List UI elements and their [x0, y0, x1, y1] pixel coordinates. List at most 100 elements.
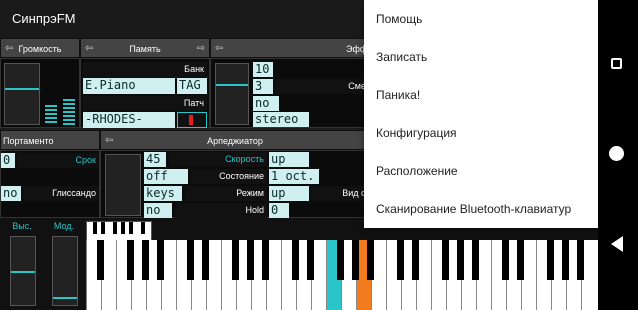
arp-state-value[interactable]: off: [144, 169, 188, 184]
pitch-wheel-label: Выс.: [12, 221, 32, 231]
bank-value[interactable]: E.Piano: [83, 78, 175, 94]
record-indicator-icon: [189, 115, 193, 125]
effects-slider[interactable]: [215, 63, 249, 125]
app-window: СинпрэFM ⇦ Громкость ⇦ Память ⇨ ⇦ Эфф Ба…: [0, 0, 598, 310]
arp-pattern-value[interactable]: up: [269, 186, 309, 201]
arp-hold-value[interactable]: no: [144, 203, 172, 218]
volume-panel: [0, 58, 80, 128]
volume-header-label: Громкость: [18, 44, 62, 54]
effects-panel: 10 3 Сме no stereo: [210, 58, 370, 128]
black-key[interactable]: [202, 240, 209, 280]
arp-octave-value[interactable]: 1 oct.: [269, 169, 319, 184]
back-button-icon[interactable]: [611, 236, 623, 252]
arpeggiator-header[interactable]: ⇦ Арпеджиатор: [100, 130, 370, 150]
arp-view-label: Вид о: [311, 186, 369, 201]
patch-label: Патч: [83, 96, 207, 111]
effects-value-1[interactable]: 10: [253, 62, 273, 77]
portamento-time-value[interactable]: 0: [1, 153, 15, 168]
black-key[interactable]: [352, 240, 359, 280]
arrow-right-icon[interactable]: ⇨: [197, 39, 205, 59]
patch-number-field[interactable]: [177, 112, 207, 128]
black-key[interactable]: [187, 240, 194, 280]
memory-header-label: Память: [129, 44, 161, 54]
black-key[interactable]: [262, 240, 269, 280]
black-key[interactable]: [292, 240, 299, 280]
arp-extra-value[interactable]: 0: [269, 203, 289, 218]
effects-value-3[interactable]: no: [253, 96, 279, 111]
black-key[interactable]: [502, 240, 509, 280]
overflow-menu: Помощь Записать Паника! Конфигурация Рас…: [364, 0, 598, 228]
menu-item-layout[interactable]: Расположение: [376, 164, 458, 178]
glissando-value[interactable]: no: [1, 186, 21, 201]
black-key[interactable]: [142, 240, 149, 280]
glissando-label: Глиссандо: [23, 186, 99, 201]
arp-mode-label: Режим: [185, 186, 267, 201]
effects-value-2[interactable]: 3: [253, 79, 273, 94]
black-key[interactable]: [367, 240, 374, 280]
black-key[interactable]: [337, 240, 344, 280]
black-key[interactable]: [232, 240, 239, 280]
black-key[interactable]: [397, 240, 404, 280]
portamento-header[interactable]: Портаменто: [0, 130, 100, 150]
arp-mode-value[interactable]: keys: [144, 186, 182, 201]
volume-slider-thumb[interactable]: [5, 88, 39, 90]
mod-wheel[interactable]: [52, 236, 78, 306]
menu-item-save[interactable]: Записать: [376, 50, 427, 64]
effects-slider-thumb[interactable]: [216, 84, 248, 86]
black-key[interactable]: [442, 240, 449, 280]
effects-header[interactable]: ⇦ Эфф: [210, 38, 370, 58]
piano-keyboard[interactable]: [86, 240, 598, 310]
arpeggiator-panel: 45 Скорость up off Состояние 1 oct. keys…: [100, 150, 370, 218]
black-key[interactable]: [472, 240, 479, 280]
app-title: СинпрэFM: [12, 11, 76, 26]
menu-item-configuration[interactable]: Конфигурация: [376, 126, 457, 140]
black-key[interactable]: [517, 240, 524, 280]
effects-value-4[interactable]: stereo: [253, 112, 309, 127]
black-key: [113, 222, 117, 234]
portamento-time-label: Срок: [17, 153, 99, 168]
black-key[interactable]: [562, 240, 569, 280]
black-key[interactable]: [307, 240, 314, 280]
arp-speed-value[interactable]: 45: [144, 152, 166, 167]
recents-button-icon[interactable]: [611, 58, 622, 69]
menu-item-bluetooth-scan[interactable]: Сканирование Bluetooth-клавиатур: [376, 202, 571, 216]
arpeggiator-header-label: Арпеджиатор: [207, 136, 263, 146]
patch-value[interactable]: -RHODES-: [83, 112, 175, 128]
arrow-left-icon[interactable]: ⇦: [5, 39, 13, 59]
memory-header[interactable]: ⇦ Память ⇨: [80, 38, 210, 58]
black-key: [129, 222, 133, 234]
home-button-icon[interactable]: [609, 146, 624, 161]
arrow-left-icon[interactable]: ⇦: [85, 39, 93, 59]
black-key: [101, 222, 105, 234]
black-key[interactable]: [97, 240, 104, 280]
volume-slider[interactable]: [4, 63, 40, 125]
black-key[interactable]: [547, 240, 554, 280]
tag-button[interactable]: TAG: [177, 78, 207, 94]
mod-wheel-thumb[interactable]: [53, 297, 77, 299]
menu-item-panic[interactable]: Паника!: [376, 88, 420, 102]
level-meter-right: [63, 99, 75, 125]
black-key[interactable]: [157, 240, 164, 280]
black-key[interactable]: [412, 240, 419, 280]
pitch-wheel[interactable]: [10, 236, 36, 306]
pitch-wheel-thumb[interactable]: [11, 271, 35, 273]
arrow-left-icon[interactable]: ⇦: [105, 131, 113, 151]
arp-direction-value[interactable]: up: [269, 152, 309, 167]
black-key[interactable]: [127, 240, 134, 280]
portamento-panel: 0 Срок no Глиссандо: [0, 150, 100, 218]
memory-panel: Банк E.Piano TAG Патч -RHODES-: [80, 58, 210, 128]
black-key: [121, 222, 125, 234]
menu-item-help[interactable]: Помощь: [376, 12, 422, 26]
arrow-left-icon[interactable]: ⇦: [215, 39, 223, 59]
arp-state-label: Состояние: [191, 169, 267, 184]
effects-mix-label: Сме: [275, 79, 369, 94]
portamento-header-label: Портаменто: [3, 136, 54, 146]
black-key[interactable]: [247, 240, 254, 280]
mini-keyboard-navigator[interactable]: [86, 221, 152, 241]
level-meter-left: [45, 105, 57, 125]
black-key[interactable]: [457, 240, 464, 280]
black-key[interactable]: [577, 240, 584, 280]
volume-header[interactable]: ⇦ Громкость: [0, 38, 80, 58]
arpeggiator-slider[interactable]: [105, 154, 141, 216]
system-navigation-bar: [598, 0, 638, 310]
